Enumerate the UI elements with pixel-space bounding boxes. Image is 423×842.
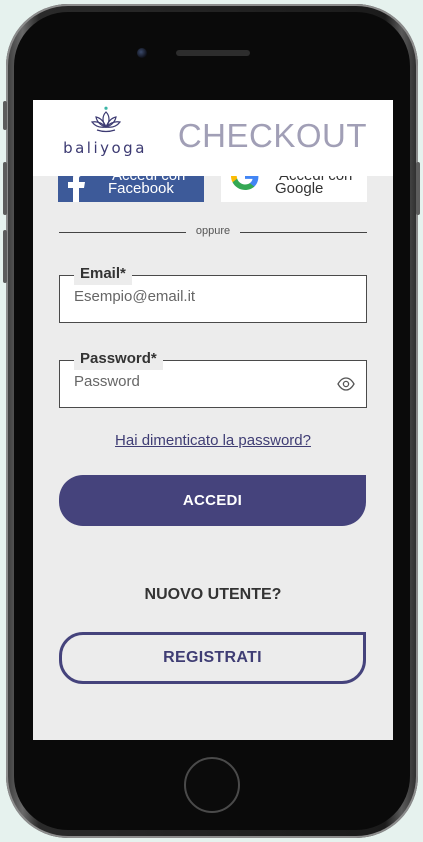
password-input[interactable]: [74, 373, 324, 390]
email-field: Email*: [59, 263, 367, 323]
logo-text: baliyoga: [63, 139, 147, 157]
email-input[interactable]: [74, 288, 324, 305]
new-user-prompt: NUOVO UTENTE?: [144, 586, 282, 603]
email-label: Email*: [74, 263, 132, 285]
register-button[interactable]: REGISTRATI: [59, 632, 366, 684]
header: baliyoga CHECKOUT: [33, 100, 393, 176]
password-label: Password*: [74, 348, 163, 370]
volume-down-button: [3, 230, 7, 283]
password-field: Password*: [59, 348, 367, 408]
facebook-label-line2: Facebook: [108, 180, 174, 197]
page-title: CHECKOUT: [177, 117, 367, 154]
divider-line-right: [240, 232, 367, 233]
forgot-password-link[interactable]: Hai dimenticato la password?: [33, 432, 393, 449]
power-button: [416, 162, 420, 215]
volume-up-button: [3, 162, 7, 215]
screen: baliyoga CHECKOUT Accedi con Facebook Ac…: [33, 100, 393, 740]
google-label-line2: Google: [275, 180, 324, 197]
mute-switch: [3, 101, 7, 130]
logo[interactable]: baliyoga: [57, 106, 153, 166]
lotus-icon: [91, 106, 121, 133]
eye-icon[interactable]: [337, 377, 355, 391]
divider-text: oppure: [195, 225, 231, 237]
front-camera: [137, 48, 147, 58]
earpiece-speaker: [176, 50, 250, 56]
login-button[interactable]: ACCEDI: [59, 475, 366, 526]
home-button[interactable]: [184, 757, 240, 813]
divider: oppure: [59, 225, 367, 238]
